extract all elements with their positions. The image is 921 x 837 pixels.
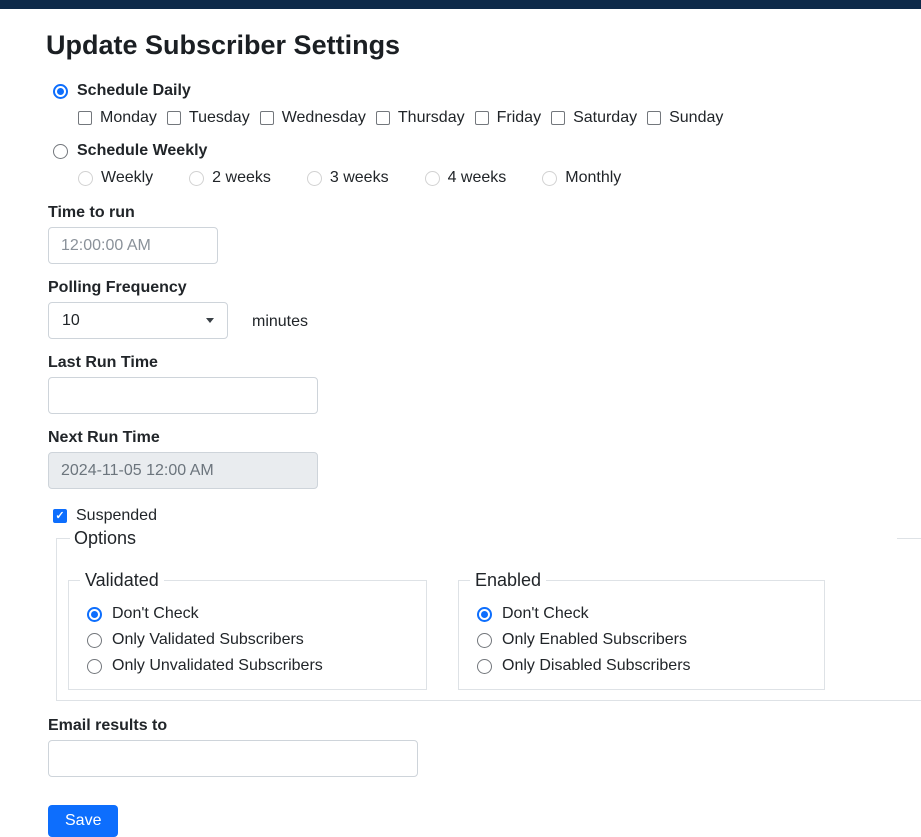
day-checkbox-option[interactable]: Thursday [376, 109, 465, 127]
last-run-time-label: Last Run Time [48, 354, 921, 372]
settings-form: Update Subscriber Settings Schedule Dail… [0, 9, 921, 837]
interval-radio-option[interactable]: Weekly [78, 169, 153, 187]
polling-frequency-value: 10 [62, 312, 80, 330]
radio-icon[interactable] [477, 607, 492, 622]
save-button[interactable]: Save [48, 805, 118, 837]
day-checkbox-option[interactable]: Monday [78, 109, 157, 127]
radio-icon[interactable] [477, 659, 492, 674]
checkbox-icon[interactable] [647, 111, 661, 125]
day-label: Friday [497, 109, 541, 127]
radio-icon[interactable] [477, 633, 492, 648]
day-checkbox-option[interactable]: Friday [475, 109, 541, 127]
schedule-weekly-label: Schedule Weekly [77, 142, 207, 160]
checkbox-icon[interactable] [78, 111, 92, 125]
day-label: Monday [100, 109, 157, 127]
enabled-option-dont-check[interactable]: Don't Check [477, 605, 824, 623]
interval-radio-option[interactable]: 2 weeks [189, 169, 271, 187]
day-checkbox-option[interactable]: Wednesday [260, 109, 366, 127]
radio-icon[interactable] [78, 171, 93, 186]
enabled-option-only-disabled[interactable]: Only Disabled Subscribers [477, 657, 824, 675]
suspended-checkbox[interactable] [53, 509, 67, 523]
next-run-time-value: 2024-11-05 12:00 AM [61, 462, 214, 480]
page-title: Update Subscriber Settings [46, 30, 921, 61]
day-label: Saturday [573, 109, 637, 127]
enabled-fieldset: Enabled Don't Check Only Enabled Subscri… [458, 570, 825, 690]
polling-frequency-label: Polling Frequency [48, 279, 921, 297]
next-run-time-label: Next Run Time [48, 429, 921, 447]
enabled-legend: Enabled [470, 570, 546, 591]
radio-option-label: Don't Check [502, 605, 589, 623]
email-results-input[interactable] [48, 740, 418, 777]
options-fieldset: Options Validated Don't Check Only Valid… [56, 528, 921, 701]
suspended-label: Suspended [76, 507, 157, 525]
last-run-time-input[interactable] [48, 377, 318, 414]
interval-radio-option[interactable]: 3 weeks [307, 169, 389, 187]
schedule-weekly-radio[interactable] [53, 144, 68, 159]
interval-label: 2 weeks [212, 169, 271, 187]
next-run-time-input: 2024-11-05 12:00 AM [48, 452, 318, 489]
radio-option-label: Only Validated Subscribers [112, 631, 304, 649]
top-navbar [0, 0, 921, 9]
time-to-run-value: 12:00:00 AM [61, 237, 151, 255]
options-legend: Options [70, 528, 897, 549]
polling-frequency-unit: minutes [252, 313, 308, 331]
interval-label: 4 weeks [448, 169, 507, 187]
interval-label: Weekly [101, 169, 153, 187]
radio-icon[interactable] [425, 171, 440, 186]
enabled-option-only-enabled[interactable]: Only Enabled Subscribers [477, 631, 824, 649]
radio-icon[interactable] [87, 659, 102, 674]
validated-fieldset: Validated Don't Check Only Validated Sub… [68, 570, 427, 690]
polling-frequency-select[interactable]: 10 [48, 302, 228, 339]
day-checkbox-option[interactable]: Tuesday [167, 109, 250, 127]
checkbox-icon[interactable] [551, 111, 565, 125]
radio-icon[interactable] [189, 171, 204, 186]
validated-legend: Validated [80, 570, 164, 591]
weekly-intervals-row: Weekly 2 weeks 3 weeks 4 weeks Monthly [78, 169, 921, 187]
radio-option-label: Only Unvalidated Subscribers [112, 657, 323, 675]
validated-option-only-unvalidated[interactable]: Only Unvalidated Subscribers [87, 657, 426, 675]
chevron-down-icon [206, 318, 214, 323]
checkbox-icon[interactable] [376, 111, 390, 125]
validated-option-dont-check[interactable]: Don't Check [87, 605, 426, 623]
schedule-daily-row[interactable]: Schedule Daily [53, 82, 921, 100]
interval-radio-option[interactable]: 4 weeks [425, 169, 507, 187]
radio-icon[interactable] [87, 607, 102, 622]
radio-icon[interactable] [542, 171, 557, 186]
radio-icon[interactable] [307, 171, 322, 186]
day-label: Tuesday [189, 109, 250, 127]
radio-icon[interactable] [87, 633, 102, 648]
time-to-run-input[interactable]: 12:00:00 AM [48, 227, 218, 264]
interval-label: 3 weeks [330, 169, 389, 187]
day-checkbox-option[interactable]: Sunday [647, 109, 723, 127]
validated-option-only-validated[interactable]: Only Validated Subscribers [87, 631, 426, 649]
radio-option-label: Don't Check [112, 605, 199, 623]
interval-label: Monthly [565, 169, 621, 187]
schedule-daily-radio[interactable] [53, 84, 68, 99]
checkbox-icon[interactable] [167, 111, 181, 125]
day-label: Wednesday [282, 109, 366, 127]
day-checkbox-option[interactable]: Saturday [551, 109, 637, 127]
radio-option-label: Only Disabled Subscribers [502, 657, 691, 675]
interval-radio-option[interactable]: Monthly [542, 169, 621, 187]
suspended-row[interactable]: Suspended [53, 507, 921, 525]
day-label: Thursday [398, 109, 465, 127]
time-to-run-label: Time to run [48, 204, 921, 222]
radio-option-label: Only Enabled Subscribers [502, 631, 687, 649]
day-label: Sunday [669, 109, 723, 127]
checkbox-icon[interactable] [260, 111, 274, 125]
email-results-label: Email results to [48, 717, 921, 735]
checkbox-icon[interactable] [475, 111, 489, 125]
schedule-weekly-row[interactable]: Schedule Weekly [53, 142, 921, 160]
schedule-daily-label: Schedule Daily [77, 82, 191, 100]
daily-days-row: Monday Tuesday Wednesday Thursday Friday [78, 109, 921, 127]
